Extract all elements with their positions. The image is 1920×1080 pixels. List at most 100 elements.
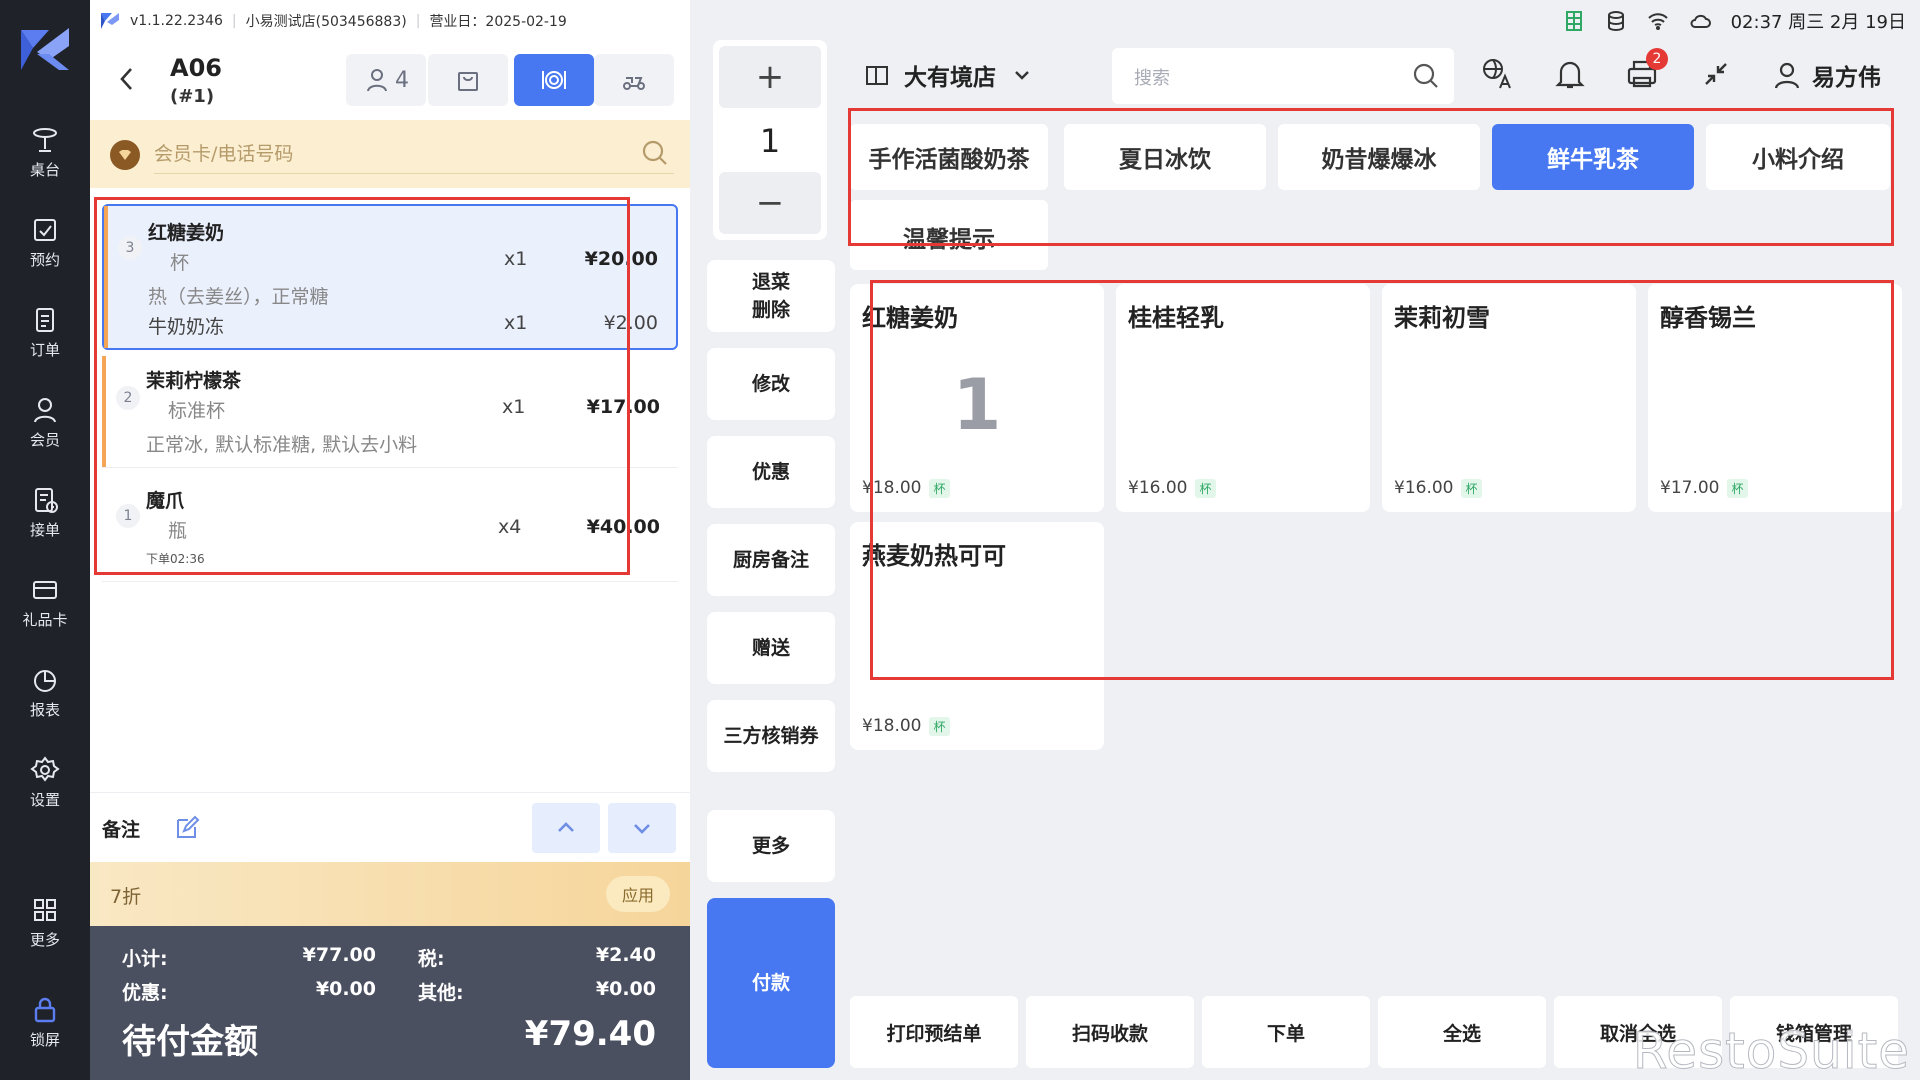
dish-price: ¥16.00 [1128,478,1188,498]
nav-item-report[interactable]: 报表 [0,652,90,732]
dine-in-button[interactable] [514,54,594,106]
dish-card[interactable]: 茉莉初雪 ¥16.00 杯 [1382,284,1636,512]
member-search-bar: 会员卡/电话号码 [90,120,690,188]
scroll-down-button[interactable] [608,803,676,853]
notification-button[interactable] [1550,54,1590,94]
scan-pay-button[interactable]: 扫码收款 [1026,996,1194,1068]
pay-button[interactable]: 付款 [707,898,835,1068]
more-actions-button[interactable]: 更多 [707,810,835,882]
nav-item-accept-order[interactable]: 接单 [0,472,90,552]
kitchen-note-button[interactable]: 厨房备注 [707,524,835,596]
nav-item-reservation[interactable]: 预约 [0,202,90,282]
order-item[interactable]: 1 魔爪 瓶 x4 ¥40.00 下单02:36 [102,474,678,582]
decrease-qty-button[interactable]: − [719,172,821,234]
back-arrow-icon[interactable] [112,64,142,94]
print-queue-button[interactable]: 2 [1622,48,1668,94]
category-tab[interactable]: 夏日冰饮 [1064,124,1266,190]
spreadsheet-icon [1565,11,1582,31]
delivery-button[interactable] [594,54,674,106]
database-icon [1607,11,1624,31]
gift-item-button[interactable]: 赠送 [707,612,835,684]
user-profile[interactable]: 易方伟 [1772,58,1881,92]
bell-icon [1555,61,1585,89]
nav-item-order[interactable]: 订单 [0,292,90,372]
app-logo-icon [21,28,69,70]
dish-name: 醇香锡兰 [1660,304,1756,332]
item-note: 热（去姜丝），正常糖 [148,286,329,308]
dish-count: 1 [952,364,1002,446]
reservation-icon [34,218,56,241]
quantity-value: 1 [759,122,781,160]
collapse-button[interactable] [1696,54,1736,94]
dish-card[interactable]: 燕麦奶热可可 ¥18.00 杯 [850,522,1104,750]
item-price: ¥40.00 [586,516,660,538]
order-item[interactable]: 3 红糖姜奶 杯 x1 ¥20.00 热（去姜丝），正常糖 牛奶奶冻 x1 ¥2… [102,204,678,350]
guest-count-button[interactable]: 4 [346,54,426,106]
select-all-button[interactable]: 全选 [1378,996,1546,1068]
item-spec: 瓶 [168,520,188,542]
store-id: 小易测试店(503456883) [245,14,407,30]
promotion-button[interactable]: 优惠 [707,436,835,508]
search-icon[interactable] [640,138,670,168]
top-info-bar: v1.1.22.2346 | 小易测试店(503456883) | 营业日：20… [90,0,690,42]
order-item[interactable]: 2 茉莉柠檬茶 标准杯 x1 ¥17.00 正常冰, 默认标准糖, 默认去小料 [102,356,678,468]
order-panel: v1.1.22.2346 | 小易测试店(503456883) | 营业日：20… [90,0,690,1080]
nav-label: 报表 [29,700,60,719]
nav-item-lock[interactable]: 锁屏 [0,982,90,1062]
third-party-coupon-button[interactable]: 三方核销券 [707,700,835,772]
dish-unit: 杯 [1727,479,1748,498]
modify-button[interactable]: 修改 [707,348,835,420]
return-delete-button[interactable]: 退菜 删除 [707,260,835,332]
nav-item-gift-card[interactable]: 礼品卡 [0,562,90,642]
category-tab[interactable]: 奶昔爆爆冰 [1278,124,1480,190]
member-input[interactable]: 会员卡/电话号码 [154,134,674,174]
category-tab-active[interactable]: 鲜牛乳茶 [1492,124,1694,190]
category-tab[interactable]: 温馨提示 [850,200,1048,270]
dish-card[interactable]: 醇香锡兰 ¥17.00 杯 [1648,284,1902,512]
nav-item-settings[interactable]: 设置 [0,742,90,822]
apply-discount-button[interactable]: 应用 [606,876,670,912]
nav-item-table[interactable]: 桌台 [0,112,90,192]
print-prebill-button[interactable]: 打印预结单 [850,996,1018,1068]
store-selector[interactable]: 大有境店 [864,58,1046,92]
nav-item-member[interactable]: 会员 [0,382,90,462]
nav-label: 会员 [29,430,60,449]
brand-icon [101,13,119,29]
quantity-stepper: + 1 − [713,40,827,240]
order-header: A06 (#1) 4 [90,42,690,118]
cloud-icon [1690,14,1711,28]
increase-qty-button[interactable]: + [719,46,821,108]
store-name: 大有境店 [904,65,996,91]
dish-unit: 杯 [1461,479,1482,498]
dish-price: ¥16.00 [1394,478,1454,498]
item-price: ¥20.00 [584,248,658,270]
gift-card-icon [33,580,57,599]
tax-label: 税: [418,948,445,970]
dish-name: 茉莉初雪 [1394,304,1490,332]
table-number: A06 [170,54,222,82]
item-spec: 标准杯 [168,400,226,422]
scroll-up-button[interactable] [532,803,600,853]
category-tab[interactable]: 手作活菌酸奶茶 [850,124,1048,190]
member-icon [34,397,56,422]
edit-icon[interactable] [174,815,200,841]
dish-card[interactable]: 红糖姜奶 1 ¥18.00 杯 [850,284,1104,512]
category-tab[interactable]: 小料介绍 [1706,124,1890,190]
order-number: (#1) [170,86,215,107]
chevron-down-icon [634,824,650,834]
language-button[interactable] [1478,54,1518,94]
item-index: 2 [116,386,140,410]
nav-item-more[interactable]: 更多 [0,882,90,962]
item-index: 3 [118,236,142,260]
place-order-button[interactable]: 下单 [1202,996,1370,1068]
search-input[interactable]: 搜索 [1112,48,1454,104]
notification-badge: 2 [1646,48,1668,70]
dish-card[interactable]: 桂桂轻乳 ¥16.00 杯 [1116,284,1370,512]
accept-order-icon [35,487,58,513]
remark-row: 备注 [90,792,690,862]
settings-icon [30,755,60,782]
business-day: 营业日：2025-02-19 [429,14,567,30]
nav-label: 更多 [29,930,60,949]
item-note: 正常冰, 默认标准糖, 默认去小料 [146,434,418,456]
takeout-button[interactable] [428,54,508,106]
